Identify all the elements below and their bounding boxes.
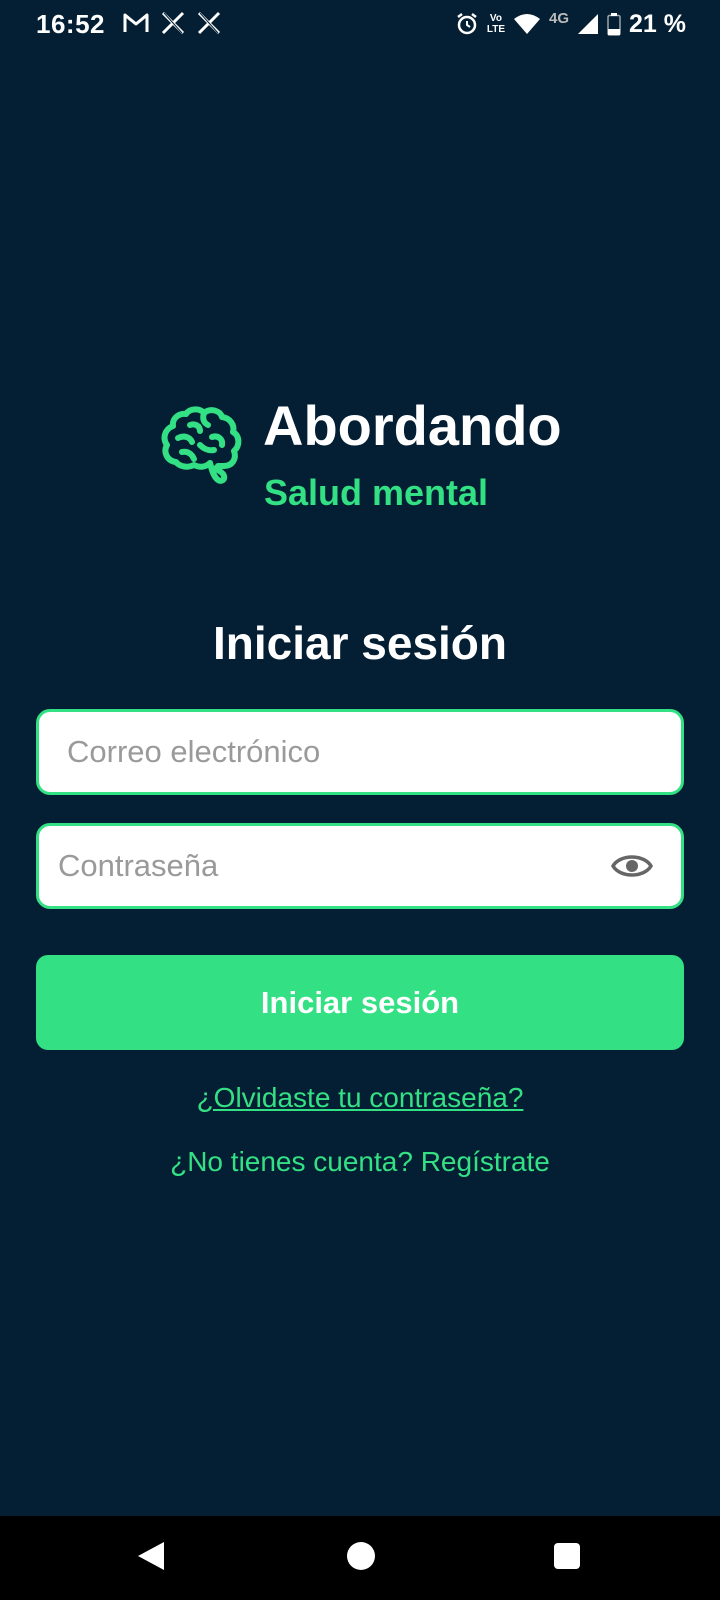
eye-icon[interactable] [611,850,653,882]
brain-icon [161,406,242,484]
battery-icon [607,13,621,36]
login-screen: 16:52 Vo LTE 4G 21 % Abordando Salud men… [0,0,720,1600]
signal-icon [578,14,599,34]
email-field[interactable] [36,709,684,795]
network-type: 4G [549,10,570,27]
app-title: Abordando [263,394,562,457]
forgot-password-link[interactable]: ¿Olvidaste tu contraseña? [0,1082,720,1114]
battery-level: 21 % [629,9,686,38]
wifi-icon [514,14,540,34]
x-icon [197,11,221,35]
navigation-bar [0,1516,720,1600]
notification-icons [123,11,221,35]
home-icon[interactable] [347,1542,375,1570]
login-button[interactable]: Iniciar sesión [36,955,684,1050]
login-heading: Iniciar sesión [212,617,507,669]
volte-indicator: Vo LTE [487,13,505,35]
app-subtitle: Salud mental [264,472,489,513]
volte-label: Vo [489,13,502,24]
lte-label: LTE [486,24,505,35]
register-link[interactable]: ¿No tienes cuenta? Regístrate [0,1146,720,1178]
recents-icon[interactable] [554,1543,580,1569]
back-icon[interactable] [136,1540,166,1572]
status-indicators: Vo LTE 4G 21 % [455,9,686,39]
password-input[interactable] [39,826,681,906]
status-time: 16:52 [36,9,105,39]
x-icon [161,11,185,35]
email-input[interactable] [39,712,681,792]
password-field[interactable] [36,823,684,909]
gmail-icon [123,13,149,32]
status-bar: 16:52 Vo LTE 4G 21 % [0,0,720,48]
alarm-icon [457,13,477,35]
